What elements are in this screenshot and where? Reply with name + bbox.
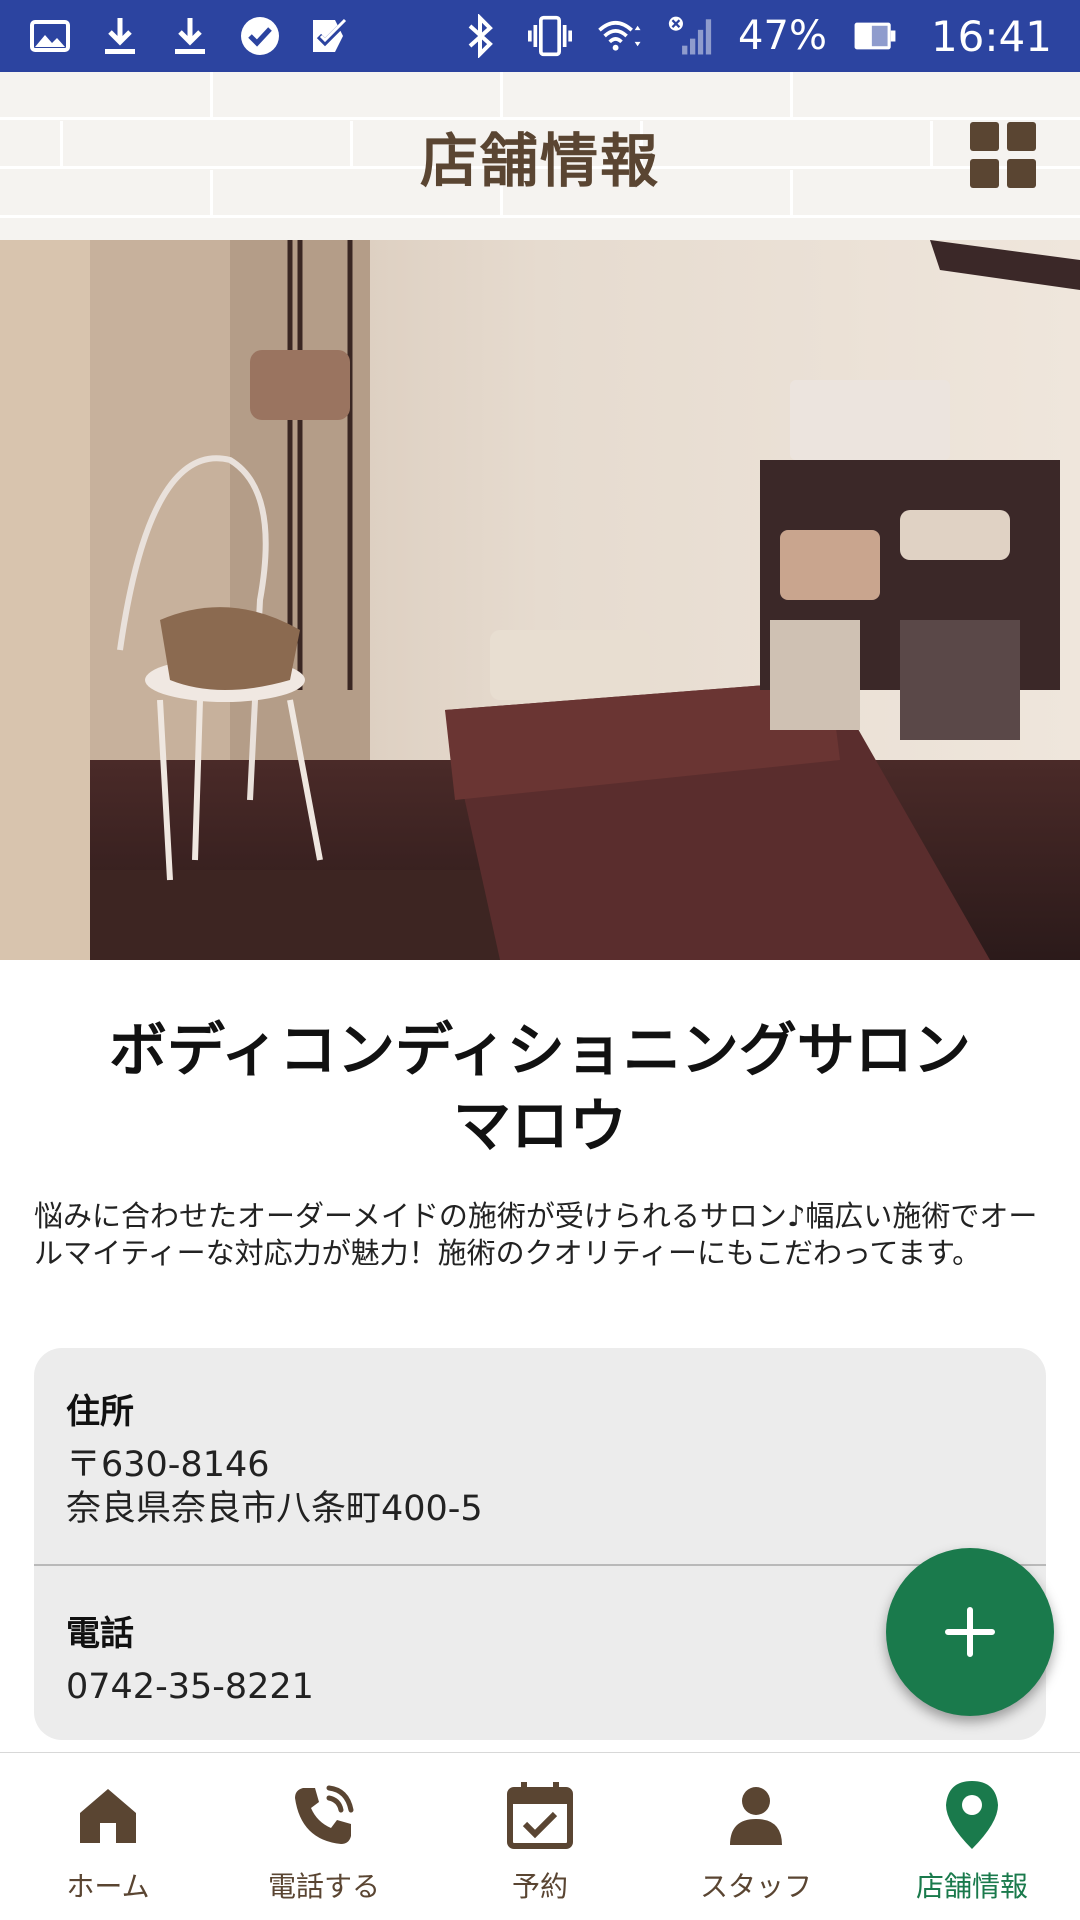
nav-label: 電話する — [267, 1870, 380, 1903]
screen: 47% 16:41 店舗情報 ボディコンディショニングサロン マロウ 悩みに合わ… — [0, 0, 1080, 1920]
nav-item-call[interactable]: 電話する — [216, 1753, 432, 1920]
nav-label: スタッフ — [699, 1870, 812, 1903]
shop-description: 悩みに合わせたオーダーメイドの施術が受けられるサロン♪幅広い施術でオールマイティ… — [34, 1199, 1038, 1270]
postal-code: 〒630-8146 — [66, 1445, 270, 1485]
nav-item-home[interactable]: ホーム — [0, 1753, 216, 1920]
person-icon — [718, 1777, 794, 1853]
grid-menu-button[interactable] — [970, 122, 1036, 188]
nav-item-shop-info[interactable]: 店舗情報 — [864, 1753, 1080, 1920]
bottom-nav: ホーム 電話する 予約 スタッフ 店舗情報 — [0, 1752, 1080, 1920]
phone-label: 電話 — [66, 1614, 134, 1654]
nav-item-reservation[interactable]: 予約 — [432, 1753, 648, 1920]
home-icon — [70, 1777, 146, 1853]
shop-name-line1: ボディコンディショニングサロン — [109, 1016, 971, 1084]
page-title: 店舗情報 — [419, 127, 660, 195]
nav-item-staff[interactable]: スタッフ — [648, 1753, 864, 1920]
download-icon — [168, 14, 212, 58]
info-card: 住所 〒630-8146 奈良県奈良市八条町400-5 電話 0742-35-8… — [34, 1348, 1046, 1740]
divider — [34, 1564, 1046, 1566]
gallery-icon — [28, 14, 72, 58]
status-bar-left — [28, 14, 352, 58]
address-section: 住所 〒630-8146 奈良県奈良市八条町400-5 — [66, 1384, 1014, 1531]
location-pin-icon — [934, 1777, 1010, 1853]
signal-icon — [668, 14, 712, 58]
battery-icon — [853, 14, 897, 58]
check-circle-icon — [238, 14, 282, 58]
download-icon — [98, 14, 142, 58]
shop-name-line2: マロウ — [452, 1092, 627, 1160]
status-bar: 47% 16:41 — [0, 0, 1080, 72]
vibrate-icon — [528, 14, 573, 58]
address-text: 奈良県奈良市八条町400-5 — [66, 1489, 483, 1529]
calendar-check-icon — [502, 1777, 578, 1853]
nav-label: 店舗情報 — [915, 1870, 1028, 1903]
shop-name: ボディコンディショニングサロン マロウ — [40, 1012, 1040, 1164]
status-bar-right: 47% 16:41 — [458, 12, 1052, 61]
brick-pattern — [0, 72, 1080, 120]
wifi-icon — [598, 14, 642, 58]
nav-label: ホーム — [66, 1870, 150, 1903]
clock: 16:41 — [930, 11, 1052, 61]
phone-number[interactable]: 0742-35-8221 — [66, 1665, 1014, 1709]
phone-section[interactable]: 電話 0742-35-8221 — [66, 1606, 1014, 1709]
phone-icon — [286, 1777, 362, 1853]
battery-percent: 47% — [738, 13, 827, 59]
address-label: 住所 — [66, 1392, 134, 1432]
bluetooth-icon — [458, 14, 502, 58]
shop-photo — [0, 240, 1080, 960]
nav-label: 予約 — [511, 1870, 568, 1903]
task-check-icon — [308, 14, 352, 58]
add-button[interactable] — [886, 1548, 1054, 1716]
app-header: 店舗情報 — [0, 72, 1080, 240]
grid-icon — [970, 122, 999, 151]
plus-icon — [945, 1607, 995, 1657]
